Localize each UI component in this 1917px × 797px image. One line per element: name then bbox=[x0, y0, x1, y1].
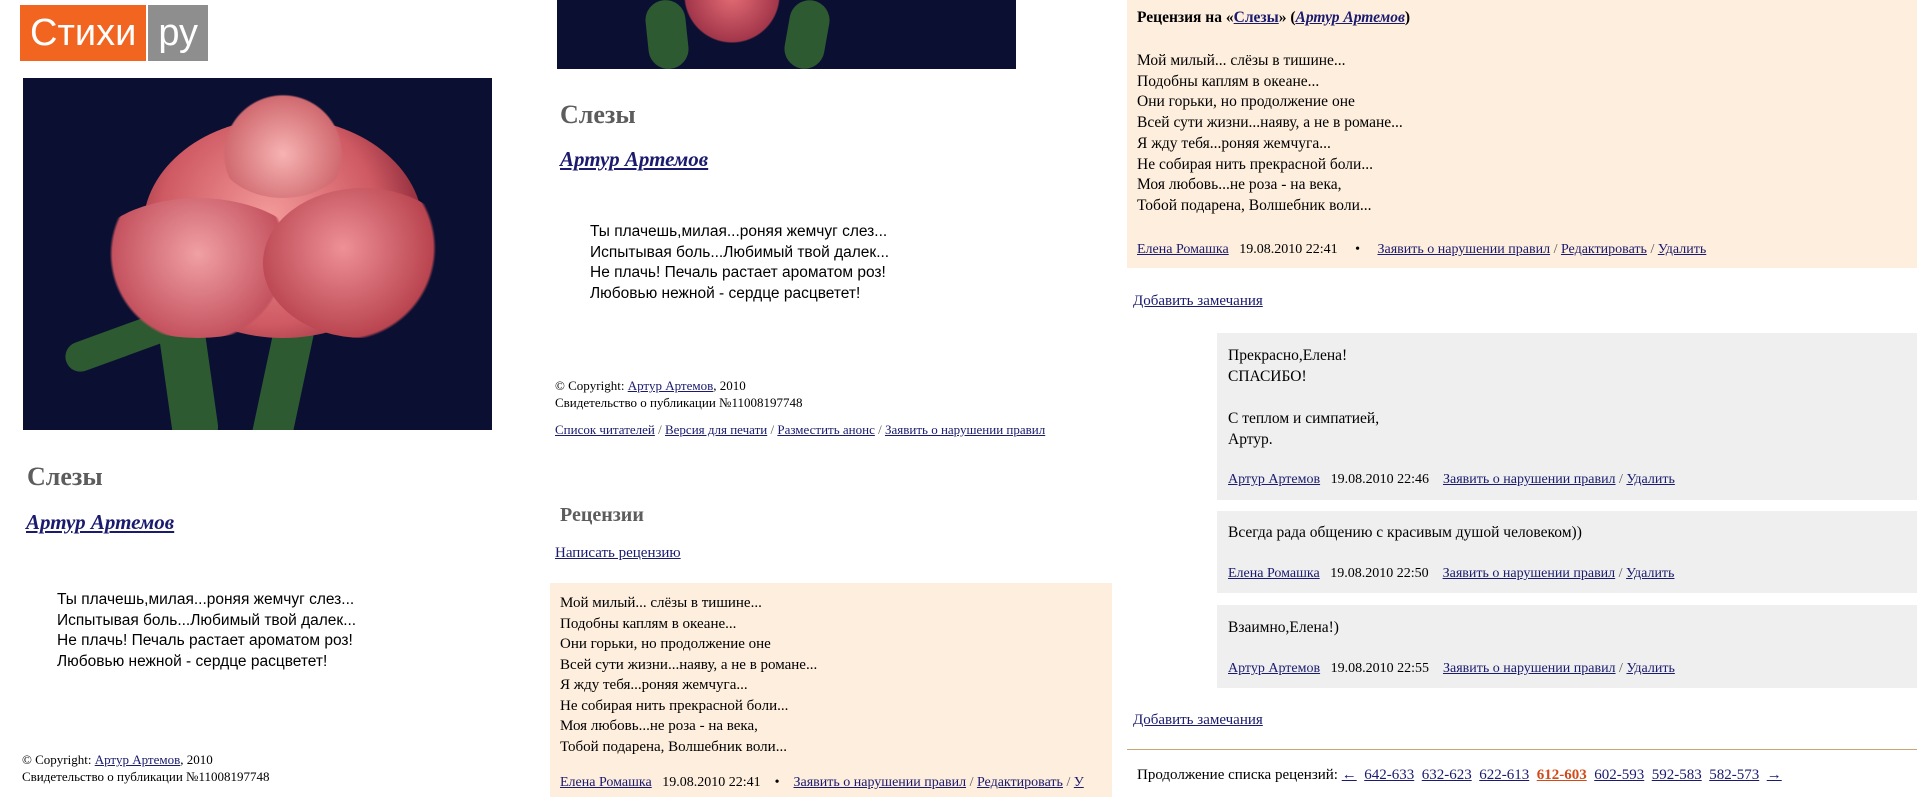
comment-card: Прекрасно,Елена! СПАСИБО! С теплом и сим… bbox=[1217, 333, 1917, 500]
review-header-author-link[interactable]: Артур Артемов bbox=[1296, 9, 1405, 26]
review-card: Рецензия на «Слезы» (Артур Артемов) Мой … bbox=[1127, 0, 1917, 268]
review-date: 19.08.2010 22:41 bbox=[1239, 242, 1338, 257]
poem-title: Слезы bbox=[560, 100, 636, 129]
pager-page[interactable]: 632-623 bbox=[1422, 767, 1472, 783]
comment-date: 19.08.2010 22:46 bbox=[1330, 472, 1429, 487]
review-meta: Елена Ромашка 19.08.2010 22:41 • Заявить… bbox=[1137, 242, 1707, 257]
poem-author-link[interactable]: Артур Артемов bbox=[26, 510, 174, 535]
comment-card: Всегда рада общению с красивым душой чел… bbox=[1217, 511, 1917, 593]
panel-right: Рецензия на «Слезы» (Артур Артемов) Мой … bbox=[1112, 0, 1917, 797]
certificate: Свидетельство о публикации №11008197748 bbox=[22, 769, 270, 784]
bullet: • bbox=[774, 775, 780, 790]
comment-text: Всегда рада общению с красивым душой чел… bbox=[1228, 524, 1582, 541]
pagination: Продолжение списка рецензий: ← 642-633 6… bbox=[1137, 767, 1782, 784]
write-review-link[interactable]: Написать рецензию bbox=[555, 545, 681, 562]
pager-prev[interactable]: ← bbox=[1342, 767, 1357, 783]
logo-part2: ру bbox=[148, 5, 209, 61]
copyright-author-link[interactable]: Артур Артемов bbox=[95, 752, 181, 767]
review-delete-link[interactable]: У bbox=[1074, 775, 1084, 790]
print-version-link[interactable]: Версия для печати bbox=[665, 422, 767, 437]
comment-author-link[interactable]: Артур Артемов bbox=[1228, 661, 1320, 676]
pager-page[interactable]: 622-613 bbox=[1479, 767, 1529, 783]
comment-meta: Артур Артемов 19.08.2010 22:46 Заявить о… bbox=[1228, 472, 1675, 487]
comment-report-link[interactable]: Заявить о нарушении правил bbox=[1443, 472, 1616, 487]
site-logo[interactable]: Стихи ру bbox=[20, 5, 209, 61]
copyright-author-link[interactable]: Артур Артемов bbox=[628, 378, 714, 393]
announce-link[interactable]: Разместить анонс bbox=[777, 422, 875, 437]
pager-current-page[interactable]: 612-603 bbox=[1537, 767, 1587, 783]
divider bbox=[1127, 749, 1917, 750]
review-author-link[interactable]: Елена Ромашка bbox=[1137, 242, 1229, 257]
copyright: © Copyright: Артур Артемов, 2010 Свидете… bbox=[22, 751, 269, 785]
copyright-year: , 2010 bbox=[180, 752, 213, 767]
panel-left: Стихи ру Слезы Артур Артемов Ты плачешь,… bbox=[0, 0, 548, 797]
review-card: Мой милый... слёзы в тишине... Подобны к… bbox=[550, 583, 1112, 797]
pager-label: Продолжение списка рецензий: bbox=[1137, 767, 1338, 783]
review-author-link[interactable]: Елена Ромашка bbox=[560, 775, 652, 790]
comment-delete-link[interactable]: Удалить bbox=[1626, 472, 1674, 487]
rose-image-cropped bbox=[557, 0, 1016, 69]
add-note-link[interactable]: Добавить замечания bbox=[1133, 712, 1263, 729]
bullet: • bbox=[1355, 242, 1360, 257]
readers-list-link[interactable]: Список читателей bbox=[555, 422, 655, 437]
comment-delete-link[interactable]: Удалить bbox=[1626, 566, 1674, 581]
rose-image bbox=[23, 78, 492, 430]
review-edit-link[interactable]: Редактировать bbox=[977, 775, 1063, 790]
review-meta: Елена Ромашка 19.08.2010 22:41 • Заявить… bbox=[560, 775, 1084, 790]
comment-report-link[interactable]: Заявить о нарушении правил bbox=[1443, 661, 1616, 676]
pager-page[interactable]: 582-573 bbox=[1709, 767, 1759, 783]
comment-delete-link[interactable]: Удалить bbox=[1626, 661, 1674, 676]
comment-text: Взаимно,Елена!) bbox=[1228, 619, 1339, 636]
logo-part1: Стихи bbox=[20, 5, 147, 61]
report-link[interactable]: Заявить о нарушении правил bbox=[885, 422, 1045, 437]
review-text: Мой милый... слёзы в тишине... Подобны к… bbox=[560, 595, 818, 755]
review-header-prefix: Рецензия на « bbox=[1137, 9, 1234, 26]
review-edit-link[interactable]: Редактировать bbox=[1561, 242, 1647, 257]
poem-author-link[interactable]: Артур Артемов bbox=[560, 147, 708, 172]
copyright: © Copyright: Артур Артемов, 2010 Свидете… bbox=[555, 377, 802, 411]
review-date: 19.08.2010 22:41 bbox=[662, 775, 761, 790]
certificate: Свидетельство о публикации №11008197748 bbox=[555, 395, 803, 410]
pager-page[interactable]: 642-633 bbox=[1364, 767, 1414, 783]
comment-report-link[interactable]: Заявить о нарушении правил bbox=[1443, 566, 1616, 581]
review-report-link[interactable]: Заявить о нарушении правил bbox=[1378, 242, 1551, 257]
review-report-link[interactable]: Заявить о нарушении правил bbox=[794, 775, 967, 790]
comment-text: Прекрасно,Елена! СПАСИБО! С теплом и сим… bbox=[1228, 347, 1380, 448]
copyright-prefix: © Copyright: bbox=[555, 378, 625, 393]
review-delete-link[interactable]: Удалить bbox=[1658, 242, 1706, 257]
comment-author-link[interactable]: Елена Ромашка bbox=[1228, 566, 1320, 581]
comment-card: Взаимно,Елена!) Артур Артемов 19.08.2010… bbox=[1217, 605, 1917, 688]
poem-title: Слезы bbox=[27, 462, 103, 491]
add-note-link[interactable]: Добавить замечания bbox=[1133, 293, 1263, 310]
comment-author-link[interactable]: Артур Артемов bbox=[1228, 472, 1320, 487]
pager-next[interactable]: → bbox=[1767, 767, 1782, 783]
pager-page[interactable]: 592-583 bbox=[1652, 767, 1702, 783]
comment-meta: Елена Ромашка 19.08.2010 22:50 Заявить о… bbox=[1228, 566, 1675, 581]
review-header: Рецензия на «Слезы» (Артур Артемов) bbox=[1137, 9, 1410, 27]
review-header-suffix: » ( bbox=[1278, 9, 1296, 26]
comment-meta: Артур Артемов 19.08.2010 22:55 Заявить о… bbox=[1228, 661, 1675, 676]
review-text: Мой милый... слёзы в тишине... Подобны к… bbox=[1137, 52, 1403, 214]
copyright-prefix: © Copyright: bbox=[22, 752, 92, 767]
comment-date: 19.08.2010 22:50 bbox=[1330, 566, 1429, 581]
poem-text: Ты плачешь,милая...роняя жемчуг слез... … bbox=[57, 591, 357, 670]
reviews-heading: Рецензии bbox=[560, 504, 644, 526]
poem-text: Ты плачешь,милая...роняя жемчуг слез... … bbox=[590, 223, 890, 302]
poem-actions: Список читателей / Версия для печати / Р… bbox=[555, 422, 1046, 437]
pager-page[interactable]: 602-593 bbox=[1594, 767, 1644, 783]
copyright-year: , 2010 bbox=[713, 378, 746, 393]
comment-date: 19.08.2010 22:55 bbox=[1330, 661, 1429, 676]
review-work-link[interactable]: Слезы bbox=[1234, 9, 1279, 26]
panel-middle: Слезы Артур Артемов Ты плачешь,милая...р… bbox=[548, 0, 1112, 797]
review-header-close: ) bbox=[1404, 9, 1411, 26]
